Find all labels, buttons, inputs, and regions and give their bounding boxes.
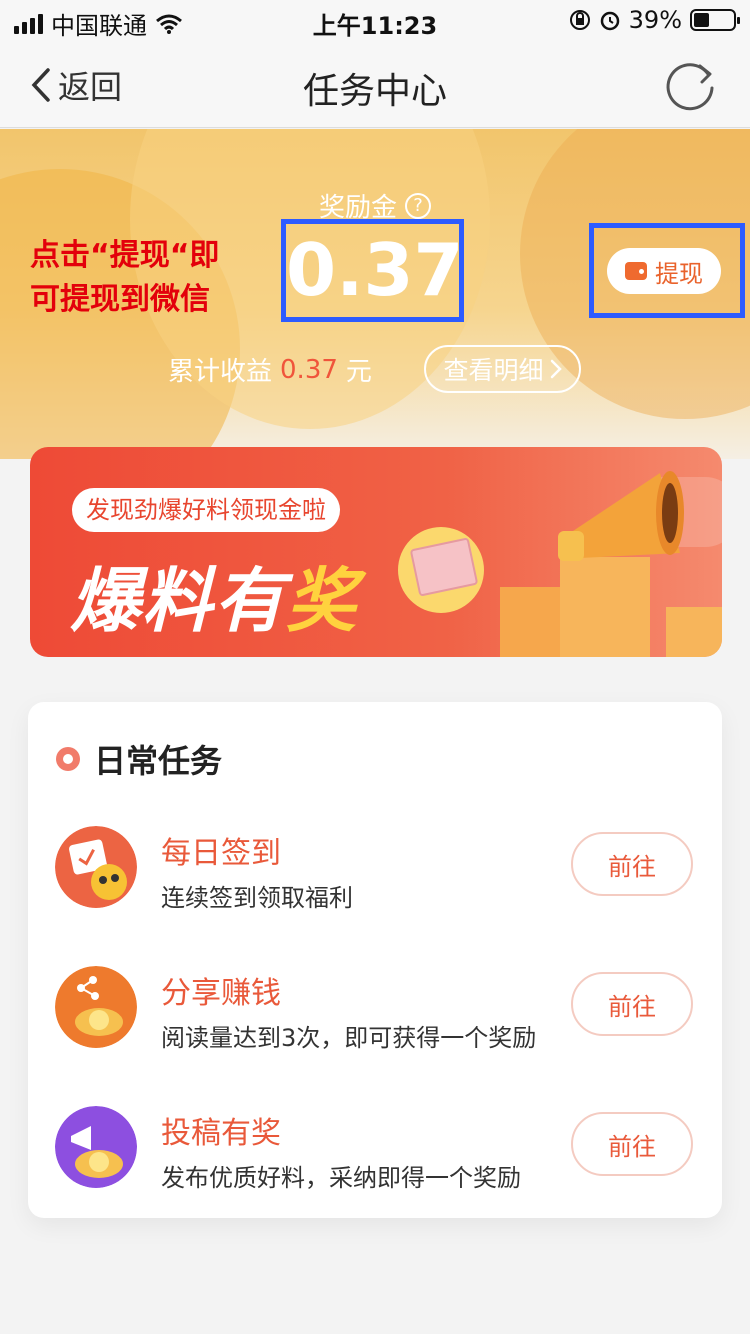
orientation-lock-icon	[569, 10, 590, 30]
task-desc: 连续签到领取福利	[161, 884, 353, 912]
go-button-share[interactable]: 前往	[571, 972, 693, 1036]
cumulative-value: 0.37	[280, 354, 338, 385]
status-bar: 中国联通 上午11:23 39%	[0, 0, 750, 40]
megaphone-icon	[558, 471, 684, 561]
task-row-submit: 投稿有奖 发布优质好料，采纳即得一个奖励 前往	[28, 1098, 722, 1208]
block-decor	[666, 607, 722, 657]
cumulative-earnings: 累计收益 0.37 元	[168, 351, 372, 388]
card-title-text: 日常任务	[94, 742, 223, 780]
annotation-text: 点击“提现“即 可提现到微信	[30, 234, 280, 322]
withdraw-label: 提现	[655, 259, 703, 288]
task-name: 分享赚钱	[161, 976, 281, 1011]
daily-task-card: 日常任务 每日签到 连续签到领取福利 前往 分享赚钱 阅读量达到3次，即可获得一…	[28, 702, 722, 1218]
nav-bar: 返回 任务中心	[0, 40, 750, 128]
page-title: 任务中心	[302, 71, 447, 112]
alarm-icon	[600, 11, 619, 31]
status-right: 39%	[569, 6, 740, 34]
reward-amount: 0.37	[286, 228, 464, 312]
battery-percent: 39%	[628, 6, 682, 34]
reward-header: 奖励金 ? 点击“提现“即 可提现到微信 0.37 提现 累计收益 0.37 元…	[0, 129, 750, 459]
battery-fill	[694, 13, 709, 27]
task-name: 每日签到	[161, 836, 281, 871]
chevron-right-icon	[550, 359, 562, 379]
task-desc: 发布优质好料，采纳即得一个奖励	[161, 1164, 521, 1192]
annotation-line-2: 可提现到微信	[30, 282, 210, 317]
banner-bubble: 发现劲爆好料领现金啦	[72, 488, 340, 532]
share-earn-icon	[55, 966, 137, 1048]
go-button-submit[interactable]: 前往	[571, 1112, 693, 1176]
battery-icon	[690, 9, 740, 31]
task-name: 投稿有奖	[161, 1116, 281, 1151]
cumulative-unit: 元	[345, 357, 372, 387]
refresh-icon[interactable]	[660, 54, 720, 114]
calendar-checkin-icon	[55, 826, 137, 908]
card-title: 日常任务	[56, 736, 222, 782]
banner-title-highlight: 奖	[286, 560, 358, 642]
help-icon[interactable]: ?	[405, 192, 431, 219]
amount-highlight-frame: 0.37	[281, 219, 464, 322]
megaphone-submit-icon	[55, 1106, 137, 1188]
task-desc: 阅读量达到3次，即可获得一个奖励	[161, 1024, 537, 1052]
banner-title-main: 爆料有	[70, 560, 286, 642]
promo-banner[interactable]: 发现劲爆好料领现金啦 爆料有奖	[30, 447, 722, 657]
task-row-checkin: 每日签到 连续签到领取福利 前往	[28, 818, 722, 928]
wallet-icon	[625, 262, 647, 280]
view-details-button[interactable]: 查看明细	[424, 345, 581, 393]
detail-label: 查看明细	[443, 356, 544, 385]
annotation-line-1: 点击“提现“即	[30, 238, 220, 273]
go-button-checkin[interactable]: 前往	[571, 832, 693, 896]
cumulative-label: 累计收益	[168, 357, 273, 387]
banner-title: 爆料有奖	[70, 545, 358, 646]
block-decor	[500, 587, 560, 657]
title-dot-icon	[56, 747, 80, 771]
withdraw-button[interactable]: 提现	[607, 248, 721, 294]
task-row-share: 分享赚钱 阅读量达到3次，即可获得一个奖励 前往	[28, 958, 722, 1068]
